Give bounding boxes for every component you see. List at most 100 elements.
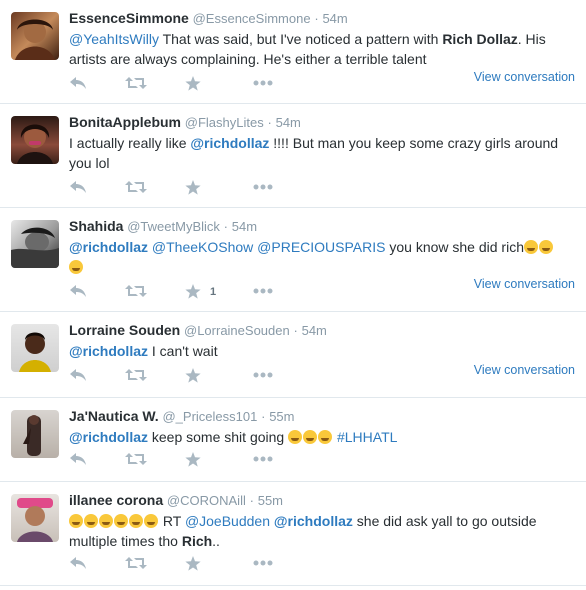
tweet-fullname[interactable]: Shahida [69,218,123,234]
laughing-emoji-icon [288,430,303,444]
tweet-header: Ja'Nautica W. @_Priceless101 · 55m [69,407,574,426]
laughing-emoji-icon [129,514,143,528]
tweet-actions [69,362,369,396]
tweet-timestamp[interactable]: 54m [232,219,257,234]
tweet-actions [69,174,369,208]
tweet-separator: · [249,493,254,508]
mention-link[interactable]: @richdollaz [69,429,148,445]
tweet-text: @richdollaz keep some shit going #LHHATL [69,427,574,447]
avatar[interactable] [11,116,59,164]
tweet-username[interactable]: @CORONAill [167,493,246,508]
star-icon[interactable]: 1 [185,284,216,299]
mention-link[interactable]: @JoeBudden [185,513,270,529]
tweet-actions [69,70,369,104]
more-icon[interactable] [253,284,273,298]
more-icon[interactable] [253,452,273,466]
star-icon[interactable] [185,76,201,91]
tweet-fullname[interactable]: EssenceSimmone [69,10,189,26]
tweet-timestamp[interactable]: 55m [269,409,294,424]
tweet-text-segment: RT [159,513,185,529]
mention-link[interactable]: @TheeKOShow [152,239,253,255]
mention-link[interactable]: @richdollaz [69,343,148,359]
star-icon[interactable] [185,180,201,195]
tweet-feed: EssenceSimmone @EssenceSimmone · 54m @Ye… [0,0,586,586]
crying-emoji-icon [99,514,113,528]
tweet-timestamp[interactable]: 55m [258,493,283,508]
tweet-header: Shahida @TweetMyBlick · 54m [69,217,574,236]
laughing-emoji-icon [84,514,98,528]
tweet-item[interactable]: Lorraine Souden @LorraineSouden · 54m @r… [0,312,586,398]
hashtag-link[interactable]: #LHHATL [337,429,397,445]
avatar[interactable] [11,410,59,458]
reply-icon[interactable] [69,180,87,194]
tweet-text-segment: I actually really like [69,135,191,151]
reply-icon[interactable] [69,452,87,466]
mention-link[interactable]: @richdollaz [274,513,353,529]
tweet-item[interactable]: Shahida @TweetMyBlick · 54m @richdollaz … [0,208,586,312]
view-conversation-link[interactable]: View conversation [474,363,575,377]
tweet-username[interactable]: @TweetMyBlick [127,219,220,234]
tweet-item[interactable]: Ja'Nautica W. @_Priceless101 · 55m @rich… [0,398,586,482]
tired-face-emoji-icon [318,430,333,444]
tweet-actions [69,446,369,480]
laughing-emoji-icon [524,240,538,254]
tweet-item[interactable]: EssenceSimmone @EssenceSimmone · 54m @Ye… [0,0,586,104]
laughing-emoji-icon [69,514,83,528]
tweet-item[interactable]: BonitaApplebum @FlashyLites · 54m I actu… [0,104,586,208]
laughing-emoji-icon [144,514,158,528]
laughing-emoji-icon [539,240,553,254]
tweet-fullname[interactable]: BonitaApplebum [69,114,181,130]
retweet-icon[interactable] [125,76,147,90]
retweet-icon[interactable] [125,180,147,194]
tweet-text: RT @JoeBudden @richdollaz she did ask ya… [69,511,574,551]
retweet-icon[interactable] [125,556,147,570]
reply-icon[interactable] [69,76,87,90]
tweet-username[interactable]: @LorraineSouden [184,323,290,338]
tweet-header: BonitaApplebum @FlashyLites · 54m [69,113,574,132]
star-icon[interactable] [185,556,201,571]
view-conversation-link[interactable]: View conversation [474,277,575,291]
tweet-header: illanee corona @CORONAill · 55m [69,491,574,510]
mention-link[interactable]: @PRECIOUSPARIS [257,239,385,255]
tweet-timestamp[interactable]: 54m [322,11,347,26]
avatar[interactable] [11,220,59,268]
tweet-actions [69,550,369,584]
more-icon[interactable] [253,556,273,570]
tweet-text-strong: Rich Dollaz [442,31,518,47]
retweet-icon[interactable] [125,368,147,382]
more-icon[interactable] [253,368,273,382]
tweet-username[interactable]: @EssenceSimmone [193,11,311,26]
reply-icon[interactable] [69,368,87,382]
tweet-separator: · [267,115,272,130]
tweet-fullname[interactable]: illanee corona [69,492,163,508]
reply-icon[interactable] [69,556,87,570]
tweet-timestamp[interactable]: 54m [302,323,327,338]
tweet-fullname[interactable]: Lorraine Souden [69,322,180,338]
crying-emoji-icon [114,514,128,528]
tweet-fullname[interactable]: Ja'Nautica W. [69,408,159,424]
tweet-text: @richdollaz I can't wait [69,341,574,361]
tweet-separator: · [261,409,266,424]
tweet-item[interactable]: illanee corona @CORONAill · 55m RT @JoeB… [0,482,586,586]
more-icon[interactable] [253,76,273,90]
tweet-timestamp[interactable]: 54m [276,115,301,130]
tweet-text: @richdollaz @TheeKOShow @PRECIOUSPARIS y… [69,237,574,277]
tweet-username[interactable]: @FlashyLites [185,115,264,130]
tweet-actions: 1 [69,278,369,312]
avatar[interactable] [11,494,59,542]
view-conversation-link[interactable]: View conversation [474,70,575,84]
avatar[interactable] [11,324,59,372]
reply-icon[interactable] [69,284,87,298]
mention-link[interactable]: @YeahItsWilly [69,31,159,47]
tweet-text-segment: .. [212,533,220,549]
more-icon[interactable] [253,180,273,194]
star-icon[interactable] [185,452,201,467]
mention-link[interactable]: @richdollaz [190,135,269,151]
avatar[interactable] [11,12,59,60]
mention-link[interactable]: @richdollaz [69,239,148,255]
star-icon[interactable] [185,368,201,383]
tweet-username[interactable]: @_Priceless101 [162,409,257,424]
tweet-separator: · [223,219,229,234]
retweet-icon[interactable] [125,284,147,298]
retweet-icon[interactable] [125,452,147,466]
